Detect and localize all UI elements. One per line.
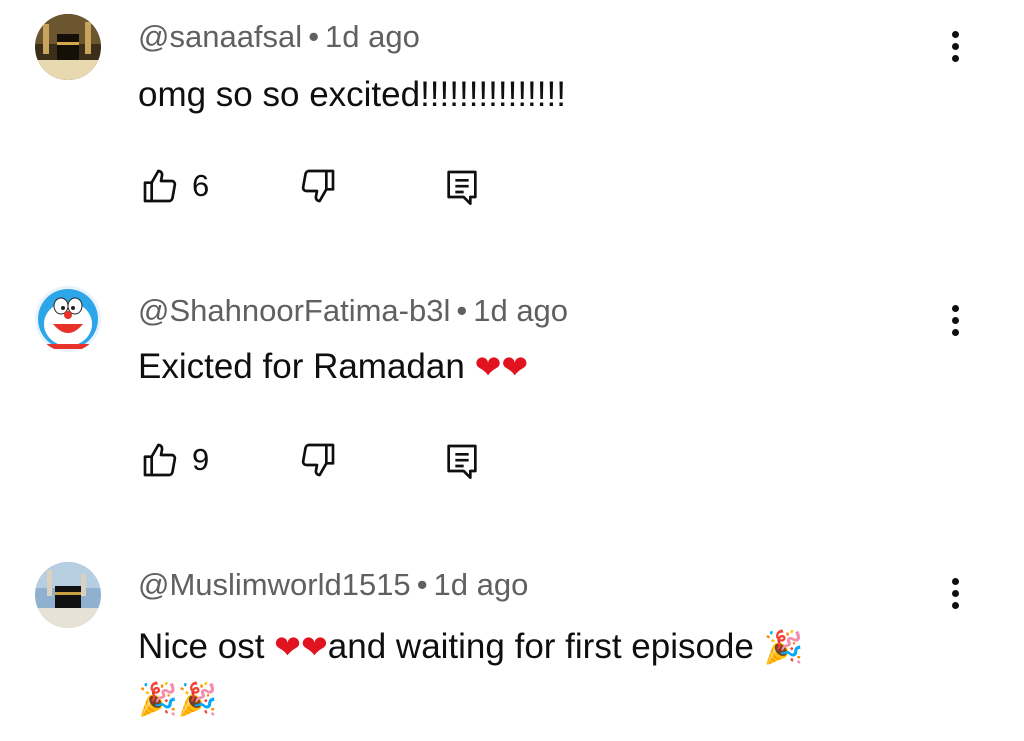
thumbs-down-icon [301, 443, 335, 477]
like-count: 9 [192, 442, 210, 477]
party-popper-emoji: 🎉 [763, 628, 804, 666]
more-options-button[interactable] [940, 298, 970, 342]
thumbs-up-icon [143, 169, 177, 203]
comment-text: Exicted for Ramadan ❤❤ [138, 347, 958, 387]
dot [951, 54, 959, 62]
separator-dot: • [416, 567, 428, 602]
comment-text-body: and waiting for first episode [327, 627, 754, 666]
comment-text-body: Exicted for Ramadan [138, 347, 465, 386]
like-count: 6 [192, 168, 210, 203]
thumbs-up-icon [143, 443, 177, 477]
reply-comment-icon [447, 444, 477, 479]
avatar[interactable] [35, 562, 101, 628]
comment-time[interactable]: 1d ago [325, 19, 420, 54]
author-handle[interactable]: @ShahnoorFatima-b3l [138, 293, 450, 328]
party-popper-emoji: 🎉🎉 [138, 680, 218, 718]
comment-meta: @ShahnoorFatima-b3l • 1d ago [138, 293, 568, 329]
dot [951, 316, 959, 324]
comment-meta: @Muslimworld1515 • 1d ago [138, 567, 528, 603]
author-handle[interactable]: @sanaafsal [138, 19, 302, 54]
dot [951, 328, 959, 336]
reply-button[interactable] [442, 166, 482, 213]
dot [951, 577, 959, 585]
dot [951, 601, 959, 609]
kaaba-day-avatar-icon [35, 562, 101, 628]
like-button[interactable]: 6 [138, 166, 209, 206]
kaaba-night-avatar-icon [35, 14, 101, 80]
dot [951, 30, 959, 38]
dot [951, 304, 959, 312]
doraemon-avatar-icon [35, 286, 101, 352]
separator-dot: • [308, 19, 320, 54]
avatar[interactable] [35, 14, 101, 80]
thumbs-down-icon [301, 169, 335, 203]
comment-time[interactable]: 1d ago [473, 293, 568, 328]
separator-dot: • [456, 293, 468, 328]
reply-button[interactable] [442, 440, 482, 487]
avatar[interactable] [35, 286, 101, 352]
author-handle[interactable]: @Muslimworld1515 [138, 567, 411, 602]
like-button[interactable]: 9 [138, 440, 209, 480]
comment-text: omg so so excited!!!!!!!!!!!!!!! [138, 75, 566, 114]
comment-meta: @sanaafsal • 1d ago [138, 19, 420, 55]
heart-emoji: ❤❤ [474, 348, 529, 386]
comment-text: Nice ost ❤❤and waiting for first episode… [138, 621, 958, 725]
comment-time[interactable]: 1d ago [434, 567, 529, 602]
more-options-button[interactable] [940, 24, 970, 68]
reply-comment-icon [447, 170, 477, 206]
heart-emoji: ❤❤ [274, 628, 328, 666]
dislike-button[interactable] [296, 166, 340, 211]
dislike-button[interactable] [296, 440, 340, 485]
dot [951, 42, 959, 50]
dot [951, 589, 959, 597]
more-options-button[interactable] [940, 571, 970, 615]
comment-text-body: Nice ost [138, 627, 265, 666]
